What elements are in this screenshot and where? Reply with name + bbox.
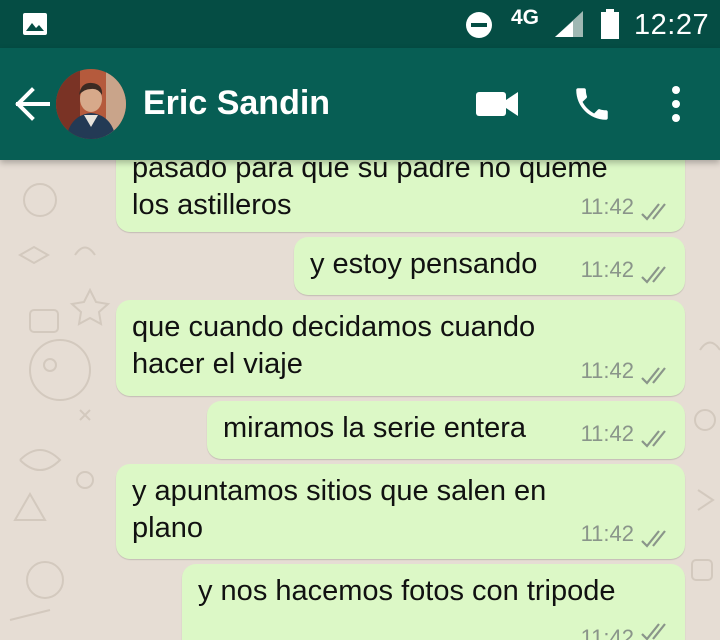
signal-icon xyxy=(555,11,583,37)
message-text-line: miramos la serie entera xyxy=(223,412,526,444)
read-receipt-icon xyxy=(641,266,666,284)
more-options-icon[interactable] xyxy=(664,84,688,124)
gallery-icon xyxy=(23,13,47,35)
message-time: 11:42 xyxy=(580,421,634,446)
read-receipt-icon xyxy=(641,367,666,385)
read-receipt-icon xyxy=(641,623,666,640)
message-bubble[interactable]: y estoy pensando 11:42 xyxy=(294,237,685,295)
message-time: 11:42 xyxy=(580,257,634,282)
video-call-icon[interactable] xyxy=(474,88,520,120)
message-text-line: los astilleros xyxy=(132,189,292,221)
avatar[interactable] xyxy=(56,69,126,139)
read-receipt-icon xyxy=(641,203,666,221)
message-bubble[interactable]: miramos la serie entera 11:42 xyxy=(207,401,685,459)
message-time: 11:42 xyxy=(580,521,634,546)
back-arrow-icon[interactable] xyxy=(12,86,52,122)
message-text-line: y nos hacemos fotos con tripode xyxy=(198,575,616,607)
message-list[interactable]: pasado para que su padre no queme los as… xyxy=(0,160,720,640)
read-receipt-icon xyxy=(641,530,666,548)
message-text-line: plano xyxy=(132,512,203,544)
message-text-line: y estoy pensando xyxy=(310,248,538,280)
message-text-line: y apuntamos sitios que salen en xyxy=(132,475,547,507)
message-time: 11:42 xyxy=(580,625,634,640)
battery-icon xyxy=(601,9,619,39)
contact-name[interactable]: Eric Sandin xyxy=(143,84,330,123)
message-text-line: que cuando decidamos cuando xyxy=(132,311,536,343)
message-bubble[interactable]: y nos hacemos fotos con tripode 11:42 xyxy=(182,564,685,640)
clock: 12:27 xyxy=(634,9,710,41)
chat-header: Eric Sandin xyxy=(0,48,720,160)
message-bubble[interactable]: que cuando decidamos cuando hacer el via… xyxy=(116,300,685,396)
message-text-line: pasado para que su padre no queme xyxy=(132,160,608,184)
message-text-line: hacer el viaje xyxy=(132,348,303,380)
message-bubble[interactable]: y apuntamos sitios que salen en plano 11… xyxy=(116,464,685,559)
message-bubble[interactable]: pasado para que su padre no queme los as… xyxy=(116,160,685,232)
do-not-disturb-icon xyxy=(466,12,492,38)
network-type: 4G xyxy=(511,6,540,29)
message-time: 11:42 xyxy=(580,358,634,383)
read-receipt-icon xyxy=(641,430,666,448)
status-bar: 4G 12:27 xyxy=(0,0,720,48)
message-time: 11:42 xyxy=(580,194,634,219)
voice-call-icon[interactable] xyxy=(571,83,613,125)
